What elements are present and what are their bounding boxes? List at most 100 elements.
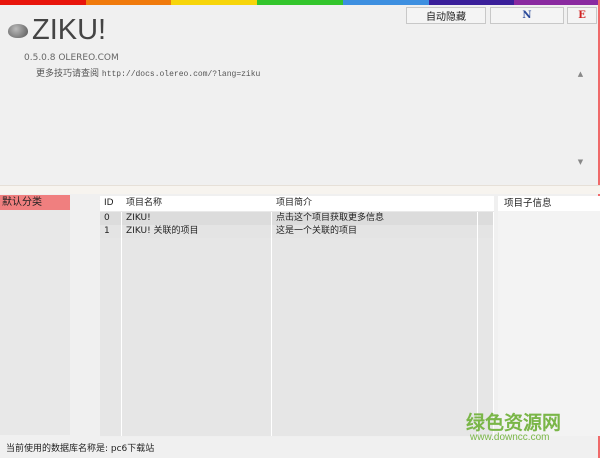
version-text: 0.5.0.8 OLEREO.COM xyxy=(24,53,119,63)
project-table[interactable]: ID 项目名称 项目简介 0 ZIKU! 点击这个项目获取更多信息 1 ZIKU… xyxy=(100,196,494,437)
rainbow-strip xyxy=(0,0,600,5)
empty-cell xyxy=(100,326,122,337)
empty-cell xyxy=(478,238,494,249)
table-row[interactable]: 0 ZIKU! 点击这个项目获取更多信息 xyxy=(100,212,494,225)
empty-cell xyxy=(272,249,478,260)
empty-cell xyxy=(122,260,272,271)
empty-cell xyxy=(272,370,478,381)
empty-cell xyxy=(272,282,478,293)
empty-cell xyxy=(122,392,272,403)
empty-cell xyxy=(100,359,122,370)
empty-cell xyxy=(122,414,272,425)
empty-cell xyxy=(122,359,272,370)
col-extra[interactable] xyxy=(478,196,494,211)
scrollbar[interactable]: ▲ ▼ xyxy=(575,65,586,168)
empty-cell xyxy=(100,304,122,315)
empty-cell xyxy=(478,271,494,282)
col-id[interactable]: ID xyxy=(100,196,122,211)
empty-cell xyxy=(272,293,478,304)
empty-cell xyxy=(272,425,478,436)
empty-cell xyxy=(122,282,272,293)
col-desc[interactable]: 项目简介 xyxy=(272,196,478,211)
empty-cell xyxy=(272,414,478,425)
empty-cell xyxy=(100,282,122,293)
cell-name: ZIKU! xyxy=(122,212,272,225)
n-button[interactable]: N xyxy=(490,7,564,24)
cell-id: 1 xyxy=(100,225,122,238)
empty-cell xyxy=(100,425,122,436)
empty-cell xyxy=(478,392,494,403)
empty-cell xyxy=(272,326,478,337)
cell-empty xyxy=(478,212,494,225)
empty-cell xyxy=(100,348,122,359)
rainbow-segment xyxy=(514,0,600,5)
logo-icon xyxy=(8,24,28,38)
empty-cell xyxy=(100,249,122,260)
empty-cell xyxy=(272,337,478,348)
empty-cell xyxy=(272,315,478,326)
more-info: 更多技巧请查阅 http://docs.olereo.com/?lang=zik… xyxy=(36,66,260,79)
rainbow-segment xyxy=(257,0,343,5)
empty-cell xyxy=(478,348,494,359)
empty-cell xyxy=(122,337,272,348)
empty-cell xyxy=(272,260,478,271)
empty-cell xyxy=(478,381,494,392)
scroll-down-icon[interactable]: ▼ xyxy=(575,158,586,166)
status-bar: 当前使用的数据库名称是: pc6下载站 xyxy=(6,444,155,454)
empty-cell xyxy=(122,304,272,315)
empty-cell xyxy=(478,326,494,337)
auto-hide-button[interactable]: 自动隐藏 xyxy=(406,7,486,24)
rainbow-segment xyxy=(342,0,429,5)
cell-desc: 这是一个关联的项目 xyxy=(272,225,478,238)
empty-cell xyxy=(478,249,494,260)
category-list[interactable] xyxy=(0,195,70,435)
empty-cell xyxy=(272,348,478,359)
empty-cell xyxy=(122,249,272,260)
cell-desc: 点击这个项目获取更多信息 xyxy=(272,212,478,225)
empty-cell xyxy=(478,370,494,381)
cell-empty xyxy=(478,225,494,238)
watermark-url: www.downcc.com xyxy=(470,432,550,443)
empty-cell xyxy=(100,370,122,381)
sub-info-panel[interactable] xyxy=(498,196,600,436)
empty-cell xyxy=(122,293,272,304)
rainbow-segment xyxy=(171,0,258,5)
empty-cell xyxy=(100,392,122,403)
empty-cell xyxy=(122,381,272,392)
empty-cell xyxy=(122,271,272,282)
empty-cell xyxy=(100,315,122,326)
empty-cell xyxy=(478,282,494,293)
empty-cell xyxy=(272,359,478,370)
empty-cell xyxy=(100,260,122,271)
docs-link[interactable]: http://docs.olereo.com/?lang=ziku xyxy=(102,70,260,79)
empty-cell xyxy=(478,337,494,348)
cell-name: ZIKU! 关联的项目 xyxy=(122,225,272,238)
empty-cell xyxy=(100,414,122,425)
empty-cell xyxy=(478,260,494,271)
more-label: 更多技巧请查阅 xyxy=(36,69,100,79)
watermark-name: 绿色资源网 xyxy=(466,412,562,434)
empty-cell xyxy=(272,271,478,282)
table-header: ID 项目名称 项目简介 xyxy=(100,196,494,211)
empty-cell xyxy=(122,425,272,436)
table-row[interactable]: 1 ZIKU! 关联的项目 这是一个关联的项目 xyxy=(100,225,494,238)
divider xyxy=(0,185,600,194)
empty-cell xyxy=(272,403,478,414)
empty-cell xyxy=(100,403,122,414)
empty-cell xyxy=(100,381,122,392)
empty-cell xyxy=(122,403,272,414)
empty-cell xyxy=(100,238,122,249)
e-button[interactable]: E xyxy=(567,7,597,24)
empty-cell xyxy=(478,315,494,326)
empty-cell xyxy=(122,348,272,359)
col-name[interactable]: 项目名称 xyxy=(122,196,272,211)
empty-cell xyxy=(100,271,122,282)
empty-cell xyxy=(272,304,478,315)
scroll-up-icon[interactable]: ▲ xyxy=(575,70,586,78)
empty-cell xyxy=(478,293,494,304)
empty-cell xyxy=(122,370,272,381)
empty-cell xyxy=(478,304,494,315)
category-item[interactable]: 默认分类 xyxy=(0,195,70,210)
app-title: ZIKU! xyxy=(32,14,107,46)
empty-cell xyxy=(100,293,122,304)
